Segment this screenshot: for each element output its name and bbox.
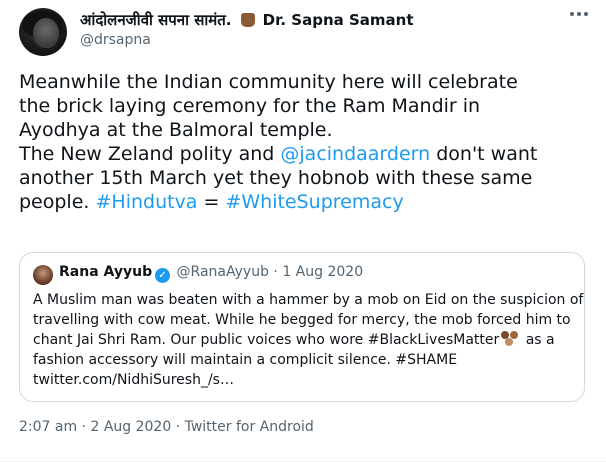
quoted-tweet[interactable]: Rana Ayyub ✓ @RanaAyyub · 1 Aug 2020 A Mu… bbox=[19, 252, 585, 402]
quoted-text-line: chant Jai Shri Ram. Our public voices wh… bbox=[33, 331, 555, 348]
author-avatar[interactable] bbox=[19, 8, 67, 56]
tweet-footer: 2:07 am · 2 Aug 2020 · Twitter for Andro… bbox=[19, 419, 314, 435]
raised-hands-icon bbox=[501, 331, 519, 347]
quoted-text-line: A Muslim man was beaten with a hammer by… bbox=[33, 292, 584, 308]
quoted-tweet-header: Rana Ayyub ✓ @RanaAyyub · 1 Aug 2020 bbox=[59, 264, 363, 283]
raised-fist-icon bbox=[240, 13, 255, 27]
tweet-text-line: The New Zeland polity and @jacindaardern… bbox=[19, 143, 538, 165]
quoted-text-line: fashion accessory will maintain a compli… bbox=[33, 352, 458, 368]
hashtag-link-hindutva[interactable]: #Hindutva bbox=[95, 191, 197, 213]
timestamp[interactable]: 2:07 am · 2 Aug 2020 bbox=[19, 419, 171, 435]
author-name-suffix[interactable]: Dr. Sapna Samant bbox=[263, 11, 414, 29]
quoted-tweet-text: A Muslim man was beaten with a hammer by… bbox=[33, 290, 584, 390]
quoted-author-avatar bbox=[33, 265, 53, 285]
tweet-text-line: Ayodhya at the Balmoral temple. bbox=[19, 119, 333, 141]
quoted-text-line: travelling with cow meat. While he begge… bbox=[33, 312, 571, 328]
quoted-text-line: twitter.com/NidhiSuresh_/s… bbox=[33, 372, 234, 388]
author-handle[interactable]: @drsapna bbox=[80, 32, 151, 48]
blacklivesmatter-hashtag: #BlackLivesMatter bbox=[367, 332, 500, 348]
author-name[interactable]: आंदोलनजीवी सपना सामंत. bbox=[80, 11, 231, 29]
hashtag-link-whitesupremacy[interactable]: #WhiteSupremacy bbox=[225, 191, 403, 213]
source-link[interactable]: Twitter for Android bbox=[185, 419, 314, 435]
quoted-author-name: Rana Ayyub bbox=[59, 264, 153, 280]
tweet-text-line: the brick laying ceremony for the Ram Ma… bbox=[19, 95, 481, 117]
tweet-text-line: another 15th March yet they hobnob with … bbox=[19, 167, 533, 189]
mention-link[interactable]: @jacindaardern bbox=[280, 143, 430, 165]
verified-badge-icon: ✓ bbox=[155, 268, 171, 283]
tweet: आंदोलनजीवी सपना सामंत. Dr. Sapna Samant … bbox=[0, 0, 606, 462]
tweet-text-line: people. #Hindutva = #WhiteSupremacy bbox=[19, 191, 404, 213]
more-options-icon[interactable] bbox=[570, 12, 588, 16]
quoted-date: 1 Aug 2020 bbox=[282, 264, 364, 280]
quoted-author-handle: @RanaAyyub bbox=[176, 264, 269, 280]
tweet-text-line: Meanwhile the Indian community here will… bbox=[19, 71, 518, 93]
author-name-row[interactable]: आंदोलनजीवी सपना सामंत. Dr. Sapna Samant bbox=[80, 10, 414, 30]
quoted-separator: · bbox=[273, 264, 278, 280]
tweet-text: Meanwhile the Indian community here will… bbox=[19, 70, 591, 214]
footer-separator: · bbox=[171, 419, 185, 435]
